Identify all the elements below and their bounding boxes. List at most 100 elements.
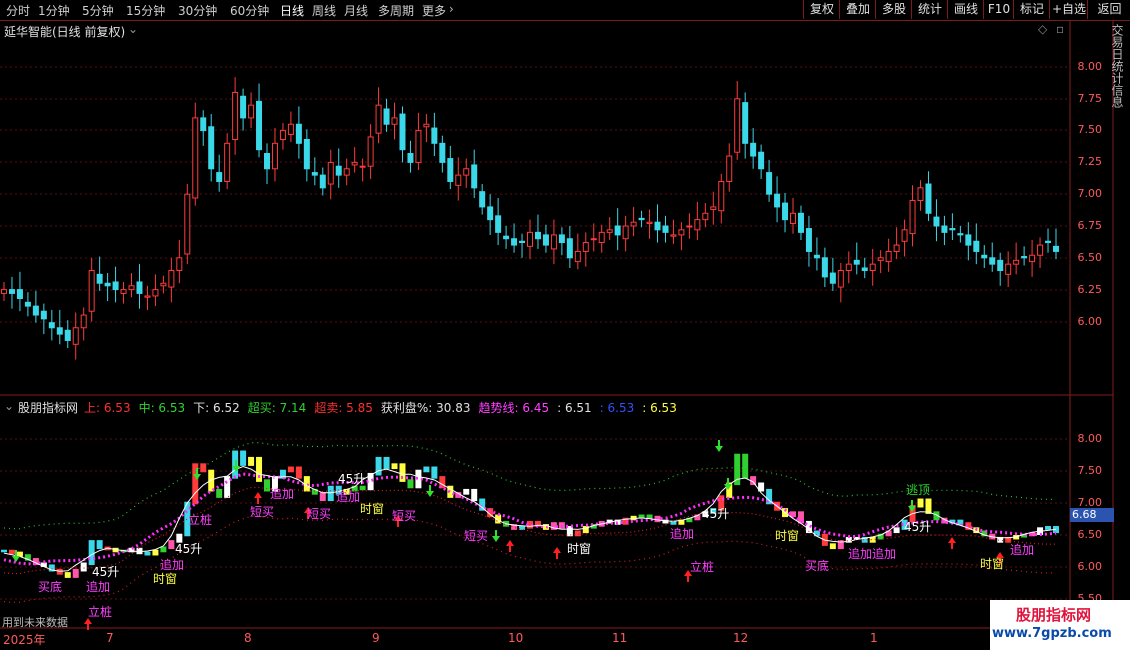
ind-bar bbox=[80, 562, 87, 572]
candle-body bbox=[1053, 245, 1059, 252]
candle-body bbox=[877, 257, 884, 261]
ind-bar bbox=[240, 450, 247, 466]
indicator-value: : 6.53 bbox=[642, 401, 677, 415]
indicator-value: 中: 6.53 bbox=[138, 401, 186, 415]
ind-y-tick: 7.50 bbox=[1077, 464, 1103, 477]
candle-body bbox=[232, 91, 239, 141]
candle-body bbox=[495, 215, 502, 233]
candle-body bbox=[989, 257, 996, 265]
candle-body bbox=[702, 212, 709, 221]
candle-body bbox=[463, 168, 470, 176]
y-tick: 7.75 bbox=[1077, 92, 1103, 105]
candle-body bbox=[455, 174, 462, 186]
indicator-name: 股朋指标网 bbox=[18, 401, 79, 415]
ind-bar bbox=[327, 485, 334, 502]
candle-body bbox=[415, 130, 422, 163]
candle-body bbox=[383, 108, 390, 125]
signal-label: 立桩 bbox=[690, 560, 715, 574]
diamond-icon[interactable]: ◇ bbox=[1038, 22, 1047, 36]
candle-body bbox=[271, 142, 278, 170]
indicator-value: 超卖: 5.85 bbox=[314, 401, 373, 415]
arrow-down-icon bbox=[492, 530, 500, 542]
ind-bar bbox=[88, 540, 95, 566]
candle-body bbox=[128, 285, 135, 291]
candle-body bbox=[335, 165, 342, 176]
candle-body bbox=[311, 172, 318, 176]
candle-body bbox=[678, 229, 685, 236]
candle-body bbox=[367, 136, 374, 167]
signal-label: 45升 bbox=[338, 472, 366, 486]
ind-bar bbox=[574, 530, 581, 537]
signal-label: 追加 bbox=[1010, 543, 1035, 557]
arrow-up-icon bbox=[506, 540, 514, 552]
candle-body bbox=[598, 231, 605, 244]
candle-body bbox=[686, 225, 693, 228]
candle-body bbox=[821, 257, 828, 278]
candle-body bbox=[558, 234, 565, 244]
indicator-value: 下: 6.52 bbox=[193, 401, 240, 415]
square-icon[interactable]: ▫ bbox=[1056, 22, 1064, 36]
x-axis-label: 7 bbox=[106, 631, 114, 645]
x-axis-label: 12 bbox=[733, 631, 749, 645]
ind-bar bbox=[256, 456, 263, 482]
candle-body bbox=[471, 164, 478, 189]
candle-body bbox=[1021, 256, 1028, 259]
candle-body bbox=[925, 183, 932, 214]
signal-label: 45升 bbox=[92, 565, 120, 579]
signal-label: 45升 bbox=[904, 520, 932, 534]
watermark-url: www.7gpzb.com bbox=[992, 626, 1112, 641]
footer-note: 用到未来数据 bbox=[2, 616, 68, 629]
candle-body bbox=[805, 228, 812, 252]
candle-body bbox=[112, 281, 119, 291]
candle-body bbox=[487, 206, 494, 221]
ind-bar bbox=[431, 466, 438, 479]
signal-label: 短买 bbox=[250, 505, 275, 519]
candle-body bbox=[256, 100, 263, 151]
candle-body bbox=[359, 165, 366, 168]
candle-body bbox=[64, 329, 71, 341]
candle-body bbox=[909, 200, 916, 235]
candle-body bbox=[136, 281, 143, 294]
y-tick: 8.00 bbox=[1077, 60, 1103, 73]
current-price-badge: 6.68 bbox=[1070, 508, 1114, 522]
signal-label: 45升 bbox=[702, 507, 730, 521]
candle-body bbox=[399, 113, 406, 151]
candle-body bbox=[40, 310, 47, 320]
chevron-down-icon[interactable]: ⌄ bbox=[4, 399, 14, 413]
indicator-value: 超买: 7.14 bbox=[247, 401, 307, 415]
candle-body bbox=[845, 263, 852, 272]
upper-band bbox=[3, 441, 1057, 530]
signal-label: 时窗 bbox=[360, 502, 385, 516]
candle-body bbox=[790, 212, 796, 224]
chevron-down-icon[interactable]: ⌄ bbox=[128, 22, 138, 36]
candle-body bbox=[574, 250, 581, 263]
y-tick: 6.25 bbox=[1077, 283, 1103, 296]
candle-body bbox=[144, 295, 151, 298]
y-tick: 6.00 bbox=[1077, 315, 1103, 328]
candle-body bbox=[542, 234, 549, 246]
candle-body bbox=[168, 270, 175, 288]
candle-body bbox=[303, 139, 310, 170]
ind-bar bbox=[96, 540, 103, 550]
signal-label: 立桩 bbox=[188, 513, 213, 527]
candle-body bbox=[758, 151, 765, 170]
candle-body bbox=[893, 244, 900, 252]
candle-body bbox=[200, 117, 207, 132]
candle-body bbox=[503, 235, 510, 240]
candle-body bbox=[750, 142, 757, 157]
candle-body bbox=[973, 240, 980, 252]
candle-body bbox=[216, 172, 223, 182]
candle-body bbox=[694, 219, 701, 231]
ind-bar bbox=[168, 540, 175, 550]
indicator-value: 上: 6.53 bbox=[84, 401, 131, 415]
signal-label: 短买 bbox=[307, 507, 332, 521]
candle-body bbox=[391, 117, 398, 125]
candle-body bbox=[654, 221, 661, 231]
candle-body bbox=[566, 238, 573, 259]
signal-label: 追加 bbox=[160, 558, 185, 572]
signal-label: 立桩 bbox=[88, 605, 113, 619]
arrow-up-icon bbox=[553, 547, 561, 559]
candle-body bbox=[224, 142, 231, 182]
candle-body bbox=[965, 234, 972, 246]
ind-bar bbox=[144, 551, 151, 556]
